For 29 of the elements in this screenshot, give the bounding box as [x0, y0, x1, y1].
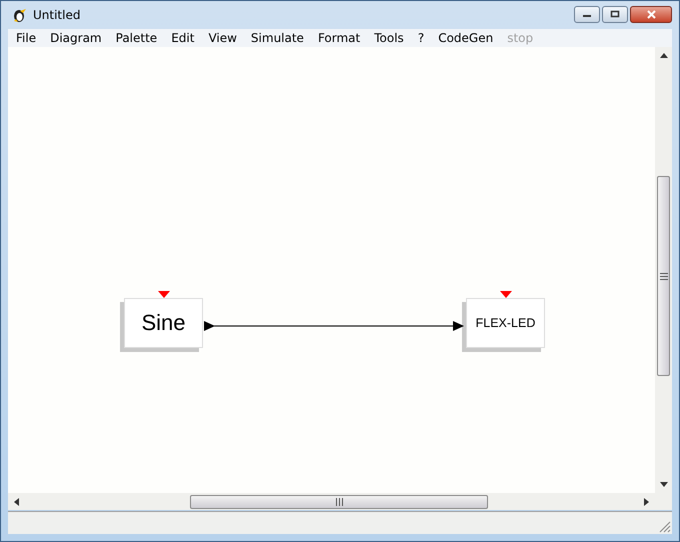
menu-item[interactable]: Palette: [108, 31, 164, 45]
menu-item[interactable]: Simulate: [244, 31, 311, 45]
horizontal-scrollbar[interactable]: [8, 493, 655, 510]
diagram-block[interactable]: FLEX-LED: [466, 298, 545, 348]
scroll-right-icon[interactable]: [644, 498, 649, 506]
output-port-icon: [204, 321, 215, 331]
diagram-block[interactable]: Sine: [124, 298, 203, 348]
scroll-thumb[interactable]: [190, 494, 488, 508]
menu-item[interactable]: ?: [410, 31, 432, 45]
scroll-left-icon[interactable]: [14, 498, 19, 506]
scroll-down-icon[interactable]: [660, 482, 668, 487]
menu-item[interactable]: Diagram: [43, 31, 109, 45]
maximize-button[interactable]: [602, 6, 628, 22]
menu-item[interactable]: CodeGen: [431, 31, 500, 45]
scroll-up-icon[interactable]: [660, 53, 668, 58]
minimize-button[interactable]: [574, 6, 600, 22]
menu-item[interactable]: Format: [310, 31, 368, 45]
menu-item[interactable]: File: [9, 31, 44, 45]
close-button[interactable]: [630, 6, 672, 22]
maximize-icon: [610, 10, 620, 18]
menu-item[interactable]: Tools: [367, 31, 411, 45]
scroll-thumb[interactable]: [657, 176, 670, 376]
resize-grip-icon[interactable]: [659, 521, 671, 533]
menu-item[interactable]: Edit: [164, 31, 202, 45]
vertical-scrollbar[interactable]: [655, 47, 672, 493]
menu-item[interactable]: View: [201, 31, 244, 45]
penguin-icon: [11, 7, 27, 23]
close-icon: [646, 10, 656, 18]
window-title: Untitled: [33, 8, 80, 22]
